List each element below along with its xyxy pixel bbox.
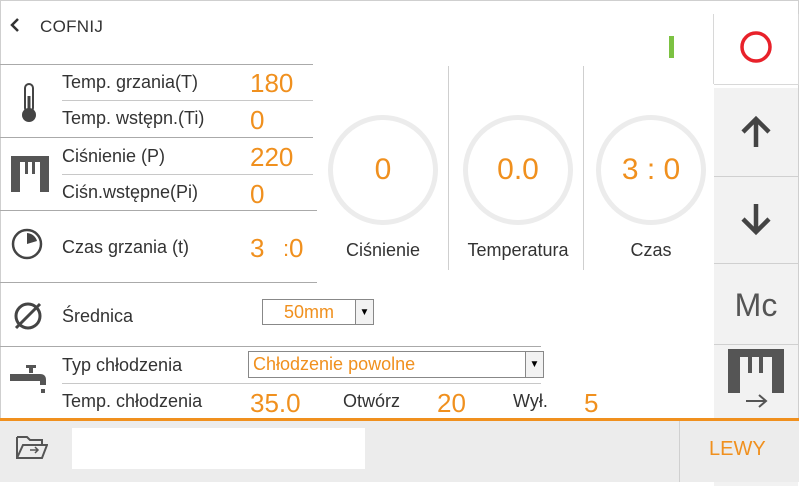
divider	[62, 174, 313, 175]
dropdown-arrow-icon: ▼	[525, 352, 543, 377]
mc-label: Mc	[734, 286, 778, 323]
diameter-label: Średnica	[62, 306, 134, 326]
divider	[62, 383, 541, 384]
file-name-input[interactable]	[72, 428, 365, 469]
heat-time-seconds[interactable]: 0	[289, 233, 303, 264]
opening-value[interactable]: 20	[437, 388, 466, 419]
divider	[448, 66, 449, 270]
move-up-button[interactable]	[714, 96, 798, 174]
heat-time-label: Czas grzania (t)	[62, 237, 190, 257]
folder-open-icon[interactable]	[16, 434, 49, 465]
heat-time-minutes[interactable]: 3	[250, 233, 264, 264]
pressure-gauge-label: Ciśnienie	[345, 240, 421, 260]
divider	[0, 64, 313, 65]
pressure-label: Ciśnienie (P)	[62, 146, 166, 166]
temperature-gauge: 0.0	[463, 115, 573, 225]
divider	[714, 344, 798, 345]
mc-button[interactable]: Mc	[714, 268, 798, 342]
pressure-gauge-value: 0	[374, 153, 392, 186]
off-label: Wył.	[513, 391, 548, 411]
chevron-left-icon	[8, 16, 34, 39]
temp-pre-label: Temp. wstępn.(Ti)	[62, 108, 205, 128]
divider	[714, 263, 798, 264]
stop-circle-icon	[739, 30, 773, 69]
cooling-type-select[interactable]: Chłodzenie powolne ▼	[248, 351, 544, 378]
press-release-icon	[728, 348, 784, 414]
faucet-icon	[10, 365, 50, 402]
temp-pre-value[interactable]: 0	[250, 105, 264, 136]
divider	[714, 176, 798, 177]
opening-label: Otwórz	[343, 391, 401, 411]
cooling-type-value: Chłodzenie powolne	[253, 354, 416, 374]
temperature-gauge-label: Temperatura	[467, 240, 569, 260]
thermometer-icon	[18, 82, 40, 129]
temp-heat-value[interactable]: 180	[250, 68, 293, 99]
divider	[0, 282, 317, 283]
press-icon	[11, 156, 49, 197]
dropdown-arrow-icon: ▼	[355, 300, 373, 324]
diameter-select[interactable]: 50mm ▼	[262, 299, 374, 325]
pressure-gauge: 0	[328, 115, 438, 225]
divider	[583, 66, 584, 270]
clock-icon	[10, 227, 44, 266]
pressure-pre-value[interactable]: 0	[250, 179, 264, 210]
cooling-type-label: Typ chłodzenia	[62, 355, 183, 375]
divider	[62, 100, 313, 101]
diameter-value: 50mm	[283, 301, 334, 322]
divider	[0, 346, 541, 347]
temp-heat-label: Temp. grzania(T)	[62, 72, 199, 92]
pressure-value[interactable]: 220	[250, 142, 293, 173]
side-select-button[interactable]: LEWY	[709, 438, 766, 461]
divider	[679, 421, 680, 482]
press-release-button[interactable]	[714, 348, 798, 414]
time-gauge: 3 : 0	[596, 115, 706, 225]
off-value[interactable]: 5	[584, 388, 598, 419]
move-down-button[interactable]	[714, 180, 798, 260]
stop-button[interactable]	[714, 14, 799, 85]
divider	[0, 137, 313, 138]
status-indicator	[669, 36, 674, 58]
arrow-up-icon	[738, 115, 774, 156]
divider	[0, 210, 317, 211]
pressure-pre-label: Ciśn.wstępne(Pi)	[62, 182, 199, 202]
time-gauge-label: Czas	[630, 240, 672, 260]
time-gauge-value: 3 : 0	[621, 153, 681, 186]
back-label: COFNIJ	[40, 17, 104, 36]
diameter-icon	[12, 300, 44, 337]
cooling-temp-value[interactable]: 35.0	[250, 388, 301, 419]
cooling-temp-label: Temp. chłodzenia	[62, 391, 203, 411]
back-button[interactable]: COFNIJ	[8, 10, 103, 44]
arrow-down-icon	[738, 200, 774, 241]
temperature-gauge-value: 0.0	[497, 153, 539, 186]
